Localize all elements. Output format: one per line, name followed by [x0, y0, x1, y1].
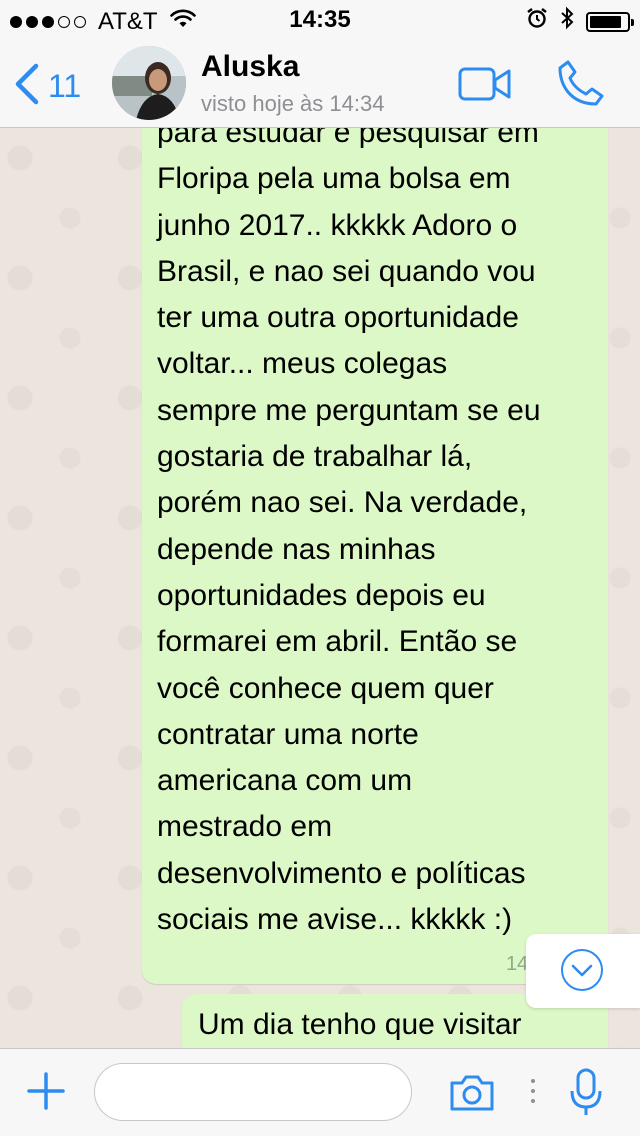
bluetooth-icon — [560, 6, 574, 37]
last-seen-status: visto hoje às 14:34 — [201, 91, 385, 116]
more-options-icon[interactable] — [531, 1079, 535, 1103]
message-input[interactable] — [94, 1063, 412, 1121]
video-call-button[interactable] — [458, 66, 512, 107]
message-text: para estudar e pesquisar em Floripa pela… — [157, 128, 541, 937]
phone-icon — [556, 60, 606, 112]
back-button[interactable]: 11 — [14, 62, 81, 111]
video-camera-icon — [458, 67, 512, 106]
microphone-icon — [568, 1068, 604, 1123]
status-bar: AT&T 14:35 — [0, 0, 640, 40]
alarm-clock-icon — [526, 7, 548, 36]
scroll-to-bottom-button[interactable] — [526, 934, 640, 1008]
attach-button[interactable] — [26, 1071, 66, 1116]
plus-icon — [26, 1072, 66, 1115]
chat-area[interactable]: para estudar e pesquisar em Floripa pela… — [0, 128, 640, 1048]
voice-call-button[interactable] — [556, 58, 606, 113]
message-text: Um dia tenho que visitar — [198, 1008, 522, 1041]
battery-icon — [586, 11, 634, 32]
message-bubble-outgoing[interactable]: para estudar e pesquisar em Floripa pela… — [142, 128, 608, 984]
message-input-bar — [0, 1048, 640, 1136]
voice-message-button[interactable] — [568, 1067, 604, 1124]
chevron-left-icon — [14, 62, 40, 111]
camera-button[interactable] — [448, 1073, 496, 1118]
battery-level — [590, 15, 621, 28]
chat-header: 11 Aluska visto hoje às 14:34 — [0, 40, 640, 128]
avatar[interactable] — [112, 46, 186, 120]
camera-icon — [448, 1075, 496, 1117]
chevron-down-icon — [561, 949, 603, 991]
unread-count: 11 — [48, 68, 82, 104]
contact-name[interactable]: Aluska — [201, 50, 299, 84]
